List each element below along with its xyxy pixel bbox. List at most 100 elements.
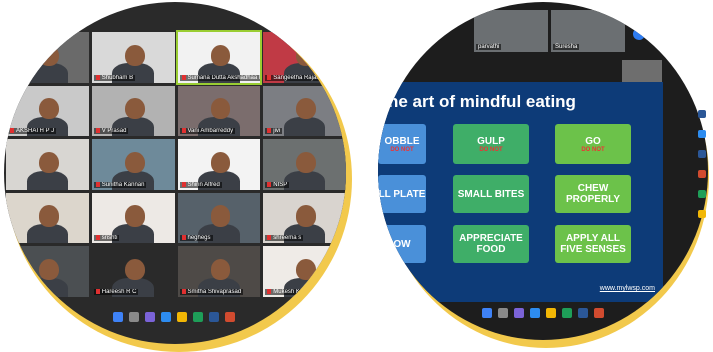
participant-body	[26, 224, 69, 244]
participant-name: jivi	[265, 128, 283, 135]
search-icon[interactable]	[498, 308, 508, 318]
taskbar-left	[99, 310, 249, 324]
thumbnail[interactable]: parvathi	[474, 10, 548, 52]
explorer-icon[interactable]	[177, 312, 187, 322]
participant-body	[26, 170, 69, 190]
participant-grid: Shubham B Sumana Dutta Akshadhaa R Sangeet…	[6, 30, 346, 297]
video-tile[interactable]: Smitha Shivaprasad	[177, 246, 261, 297]
participant-body	[283, 170, 326, 190]
participant-face	[124, 44, 145, 66]
app-icon[interactable]	[698, 130, 706, 138]
muted-mic-icon	[267, 128, 272, 134]
explorer-icon[interactable]	[546, 308, 556, 318]
excel-icon[interactable]	[562, 308, 572, 318]
zoom-gallery-panel: Shubham B Sumana Dutta Akshadhaa R Sangeet…	[4, 2, 346, 344]
slide-box: APPLY ALL FIVE SENSES	[555, 225, 631, 263]
excel-icon[interactable]	[193, 312, 203, 322]
participant-face	[39, 98, 59, 120]
edge-icon[interactable]	[161, 312, 171, 322]
video-tile[interactable]: Sumana Dutta Akshadhaa R	[175, 30, 263, 85]
powerpoint-icon[interactable]	[225, 312, 235, 322]
video-tile[interactable]	[6, 192, 89, 244]
slide-box: CHEW PROPERLY	[555, 175, 631, 213]
next-arrow-icon[interactable]	[633, 28, 645, 40]
video-tile[interactable]: Sangeetha Rajath	[263, 32, 346, 83]
slide-box: GO DO NOT	[555, 124, 631, 164]
zoom-share-panel: parvathi Suresha he art of mindful eatin…	[378, 2, 708, 340]
participant-body	[26, 277, 69, 297]
muted-mic-icon	[181, 128, 186, 134]
video-tile[interactable]: heghegs	[177, 192, 261, 244]
start-icon[interactable]	[113, 312, 123, 322]
participant-face	[210, 259, 231, 281]
app-icon[interactable]	[698, 210, 706, 218]
video-tile[interactable]: Hareesh R C	[91, 246, 175, 297]
muted-mic-icon	[95, 181, 100, 187]
muted-mic-icon	[95, 288, 100, 294]
video-tile[interactable]	[6, 32, 89, 83]
video-tile[interactable]: shreema s	[263, 192, 346, 244]
participant-face	[296, 259, 317, 281]
edge-icon[interactable]	[530, 308, 540, 318]
app-icon[interactable]	[698, 110, 706, 118]
participant-face	[39, 44, 59, 66]
muted-mic-icon	[95, 74, 100, 80]
participant-name: Shirin Alfred	[179, 181, 222, 188]
slide-box: LL PLATE	[378, 175, 426, 213]
muted-mic-icon	[181, 74, 186, 80]
slide-box: GULP DO NOT	[453, 124, 529, 164]
video-tile[interactable]: Shubham B	[91, 32, 175, 83]
muted-mic-icon	[181, 288, 186, 294]
slide-box: OBBLE DO NOT	[378, 124, 426, 164]
app-icon[interactable]	[698, 150, 706, 158]
muted-mic-icon	[95, 235, 100, 241]
video-tile[interactable]	[6, 139, 89, 190]
participant-face	[124, 151, 145, 174]
word-icon[interactable]	[209, 312, 219, 322]
participant-name: AKSHATH P J	[8, 128, 57, 135]
muted-mic-icon	[267, 181, 272, 187]
video-tile[interactable]: NISP	[263, 139, 346, 190]
participant-name: NISP	[265, 181, 290, 188]
search-icon[interactable]	[129, 312, 139, 322]
slide-box: OW	[378, 225, 426, 263]
muted-mic-icon	[267, 288, 272, 294]
slide-url: www.mylwsp.com	[599, 285, 655, 292]
participant-name: srishti	[93, 235, 120, 242]
muted-mic-icon	[267, 74, 272, 80]
side-app-icons	[698, 110, 706, 218]
app-icon[interactable]	[698, 190, 706, 198]
speaker-strip: parvathi Suresha	[474, 10, 625, 52]
teams-icon[interactable]	[514, 308, 524, 318]
participant-name: V Prasad	[93, 128, 129, 135]
participant-name: Shubham B	[93, 74, 136, 81]
powerpoint-icon[interactable]	[594, 308, 604, 318]
participant-face	[296, 151, 317, 174]
participant-face	[296, 44, 317, 66]
video-tile[interactable]: srishti	[91, 192, 175, 244]
video-tile[interactable]	[6, 246, 89, 297]
video-tile[interactable]: AKSHATH P J	[6, 85, 89, 137]
participant-name: Smitha Shivaprasad	[179, 288, 244, 295]
teams-icon[interactable]	[145, 312, 155, 322]
participant-face	[210, 151, 231, 174]
video-tile[interactable]: V Prasad	[91, 85, 175, 137]
app-icon[interactable]	[698, 170, 706, 178]
word-icon[interactable]	[578, 308, 588, 318]
slide-title: he art of mindful eating	[388, 92, 576, 111]
participant-face	[39, 205, 59, 227]
video-tile[interactable]: Mukesh Kumar	[263, 246, 346, 297]
video-tile[interactable]: Vani Ambarreddy	[177, 85, 261, 137]
participant-name: Hareesh R C	[93, 288, 139, 295]
participant-name: Vani Ambarreddy	[179, 128, 236, 135]
participant-face	[124, 98, 145, 120]
video-tile[interactable]: jivi	[263, 85, 346, 137]
taskbar-right	[468, 306, 618, 320]
participant-face	[296, 98, 317, 120]
video-tile[interactable]: Shirin Alfred	[177, 139, 261, 190]
shared-slide: he art of mindful eating OBBLE DO NOT GU…	[378, 82, 663, 302]
thumbnail[interactable]: Suresha	[551, 10, 625, 52]
participant-face	[210, 98, 231, 120]
video-tile[interactable]: Sunitha Kannan	[91, 139, 175, 190]
start-icon[interactable]	[482, 308, 492, 318]
